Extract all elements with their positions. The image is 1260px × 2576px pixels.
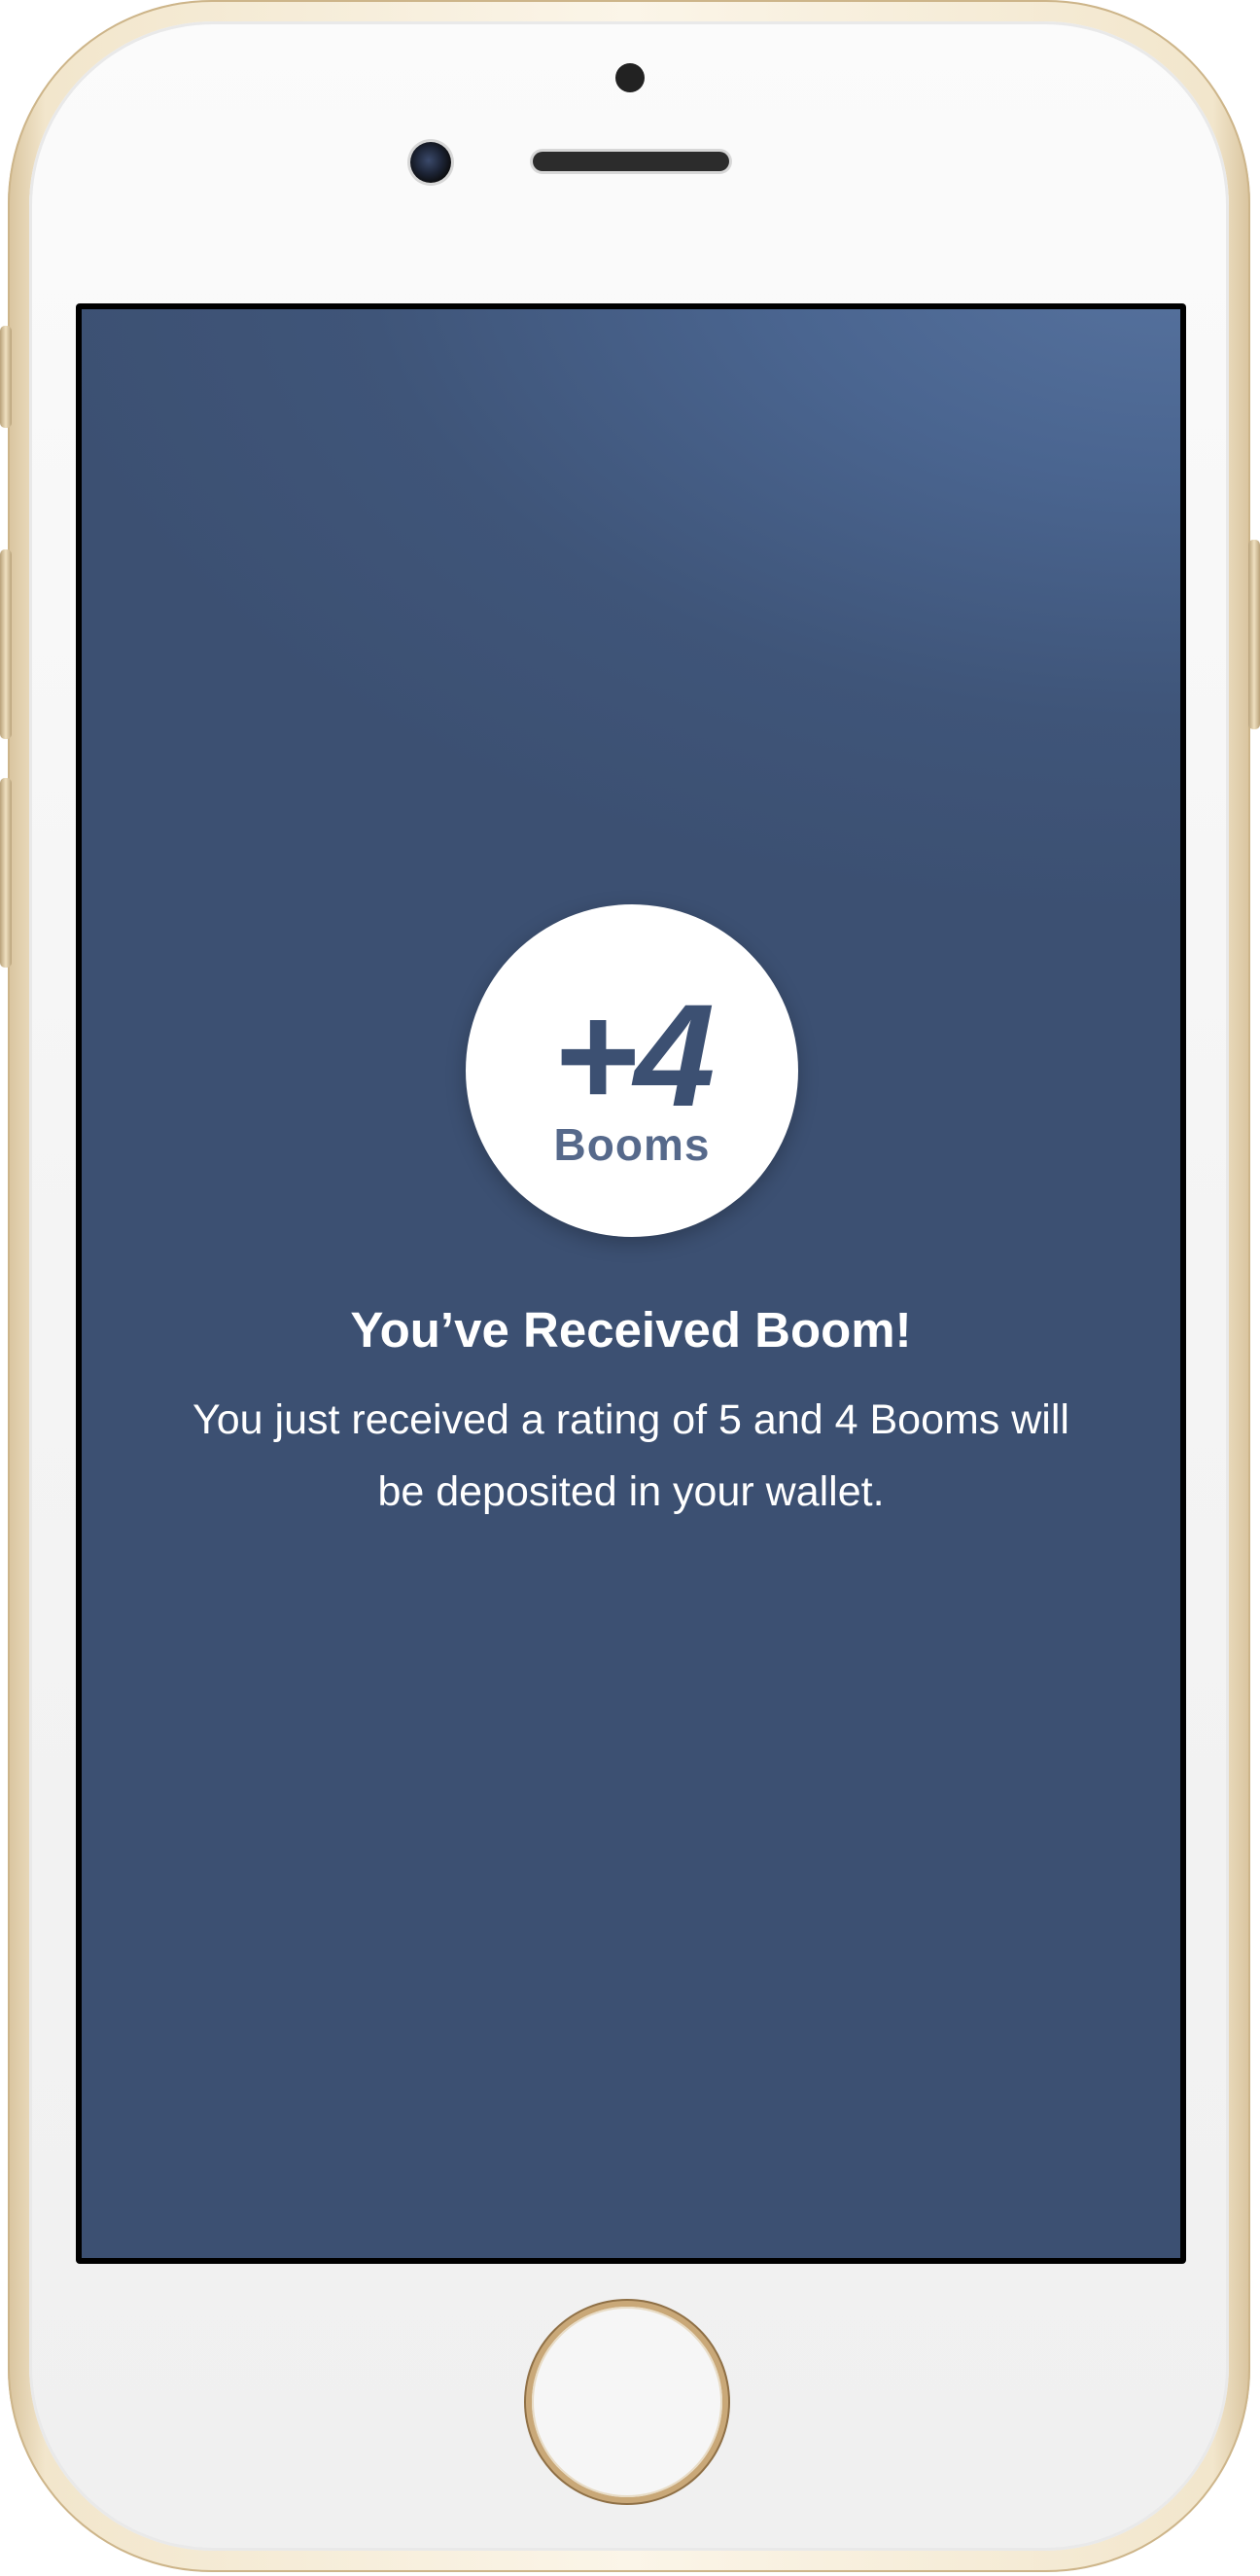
boom-badge: +4 Booms	[466, 904, 798, 1237]
front-camera-icon	[410, 142, 451, 183]
power-button	[1248, 540, 1260, 729]
earpiece-speaker	[533, 152, 729, 171]
volume-up-button	[0, 549, 12, 739]
screen: +4 Booms You’ve Received Boom! You just …	[76, 303, 1186, 2264]
volume-down-button	[0, 778, 12, 968]
boom-amount: +4	[552, 973, 715, 1137]
home-button[interactable]	[532, 2307, 722, 2497]
notification-title: You’ve Received Boom!	[350, 1302, 912, 1358]
notification-message: You just received a rating of 5 and 4 Bo…	[192, 1396, 1069, 1515]
boom-unit-label: Booms	[553, 1119, 711, 1170]
background-gradient	[82, 309, 1180, 990]
proximity-sensor	[615, 63, 645, 92]
boom-received-screen: +4 Booms You’ve Received Boom! You just …	[82, 309, 1180, 2258]
silent-switch	[0, 326, 12, 428]
